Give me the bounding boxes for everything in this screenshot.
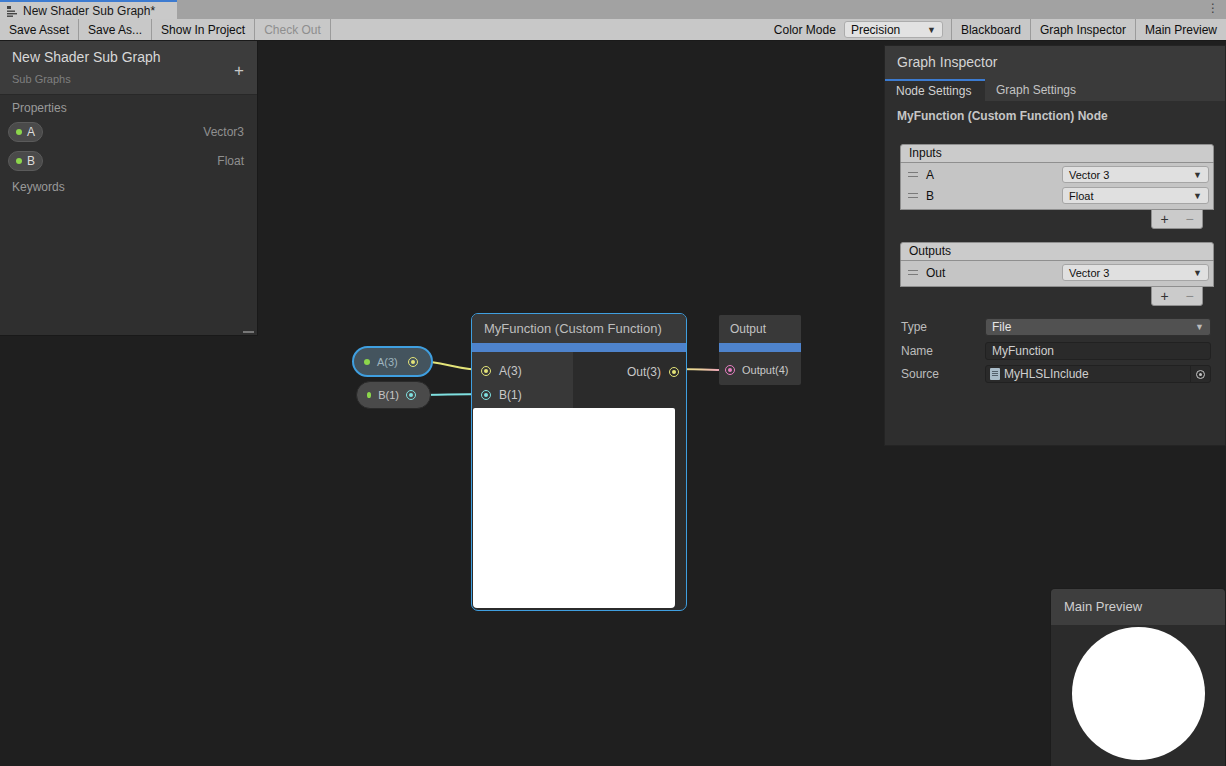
- output-node-title: Output: [719, 315, 801, 343]
- port-icon-a[interactable]: [481, 366, 491, 376]
- property-b-type: Float: [217, 154, 244, 168]
- exposed-dot-icon: [16, 129, 22, 135]
- properties-section-label: Properties: [12, 101, 67, 115]
- window-tab-bar: New Shader Sub Graph* ⋮: [0, 0, 1226, 19]
- inputs-list-buttons: + −: [1151, 209, 1203, 229]
- source-object-field[interactable]: MyHLSLInclude: [985, 365, 1211, 383]
- port-icon-out[interactable]: [669, 367, 679, 377]
- add-input-button[interactable]: +: [1160, 212, 1168, 226]
- exposed-dot-icon: [367, 392, 371, 398]
- blackboard-subtitle: Sub Graphs: [12, 73, 71, 85]
- myfunction-node[interactable]: MyFunction (Custom Function) A(3) B(1) O…: [471, 313, 687, 611]
- node-accent-bar: [719, 343, 801, 352]
- window-menu-icon[interactable]: ⋮: [1207, 1, 1219, 15]
- output-out-type-dropdown[interactable]: Vector 3 ▼: [1062, 264, 1209, 281]
- inputs-reorderable-list: Inputs A Vector 3 ▼ B Float ▼ +: [900, 144, 1214, 230]
- blackboard-header[interactable]: New Shader Sub Graph Sub Graphs +: [0, 41, 257, 95]
- hlsl-file-icon: [990, 368, 1000, 380]
- main-preview-title: Main Preview: [1051, 589, 1225, 625]
- color-mode-dropdown[interactable]: Precision ▼: [844, 21, 943, 38]
- check-out-button: Check Out: [255, 19, 330, 40]
- property-a-type: Vector3: [203, 125, 244, 139]
- inputs-list-header: Inputs: [900, 144, 1214, 163]
- port-out-a[interactable]: [408, 357, 418, 367]
- main-preview-panel: Main Preview: [1050, 588, 1226, 766]
- property-node-a[interactable]: A(3): [352, 346, 433, 377]
- port-icon-b[interactable]: [481, 390, 491, 400]
- remove-output-button[interactable]: −: [1185, 289, 1193, 303]
- drag-handle-icon[interactable]: [908, 193, 918, 198]
- output-node[interactable]: Output Output(4): [719, 315, 801, 385]
- object-picker-icon: [1196, 370, 1205, 379]
- input-port-a[interactable]: A(3): [481, 364, 522, 378]
- tab-title: New Shader Sub Graph*: [23, 4, 155, 18]
- port-out-b[interactable]: [406, 390, 416, 400]
- inputs-row-b[interactable]: B Float ▼: [901, 185, 1213, 206]
- property-b-pill[interactable]: B: [8, 151, 43, 171]
- graph-inspector-panel: Graph Inspector Node Settings Graph Sett…: [884, 45, 1226, 446]
- tab-node-settings[interactable]: Node Settings: [885, 79, 985, 101]
- save-as-button[interactable]: Save As...: [79, 19, 151, 40]
- preview-sphere[interactable]: [1072, 627, 1205, 760]
- tab-new-shader-sub-graph[interactable]: New Shader Sub Graph*: [0, 0, 177, 19]
- show-in-project-button[interactable]: Show In Project: [152, 19, 254, 40]
- inspector-tabs: Node Settings Graph Settings: [885, 79, 1225, 101]
- chevron-down-icon: ▼: [1193, 170, 1202, 180]
- chevron-down-icon: ▼: [927, 25, 936, 35]
- keywords-section-label: Keywords: [12, 180, 65, 194]
- add-property-button[interactable]: +: [234, 61, 244, 81]
- add-output-button[interactable]: +: [1160, 289, 1168, 303]
- main-preview-toggle-button[interactable]: Main Preview: [1136, 19, 1226, 40]
- exposed-dot-icon: [364, 359, 370, 365]
- name-input[interactable]: MyFunction: [985, 342, 1211, 360]
- node-accent-bar: [472, 343, 686, 352]
- object-picker-button[interactable]: [1190, 366, 1210, 382]
- node-preview-image: [473, 408, 675, 608]
- drag-handle-icon[interactable]: [908, 270, 918, 275]
- chevron-down-icon: ▼: [1193, 268, 1202, 278]
- port-icon-output[interactable]: [725, 365, 735, 375]
- remove-input-button[interactable]: −: [1185, 212, 1193, 226]
- input-port-output[interactable]: Output(4): [719, 352, 801, 376]
- graph-inspector-toggle-button[interactable]: Graph Inspector: [1031, 19, 1135, 40]
- chevron-down-icon: ▼: [1195, 322, 1204, 332]
- property-a-pill[interactable]: A: [8, 122, 43, 142]
- tab-graph-settings[interactable]: Graph Settings: [985, 79, 1087, 101]
- shader-graph-toolbar: Save Asset Save As... Show In Project Ch…: [0, 19, 1226, 41]
- inspected-node-heading: MyFunction (Custom Function) Node: [897, 109, 1108, 123]
- outputs-row-out[interactable]: Out Vector 3 ▼: [901, 262, 1213, 283]
- chevron-down-icon: ▼: [1193, 191, 1202, 201]
- blackboard-title: New Shader Sub Graph: [12, 49, 161, 65]
- myfunction-node-title: MyFunction (Custom Function): [472, 314, 686, 343]
- blackboard-panel: New Shader Sub Graph Sub Graphs + Proper…: [0, 41, 258, 336]
- input-b-type-dropdown[interactable]: Float ▼: [1062, 187, 1209, 204]
- drag-handle-icon[interactable]: [908, 172, 918, 177]
- exposed-dot-icon: [16, 158, 22, 164]
- input-port-b[interactable]: B(1): [481, 388, 522, 402]
- property-node-b[interactable]: B(1): [356, 381, 431, 409]
- save-asset-button[interactable]: Save Asset: [0, 19, 78, 40]
- name-field-label: Name: [901, 344, 933, 358]
- graph-inspector-title: Graph Inspector: [885, 46, 1225, 79]
- toolbar-separator: [330, 19, 331, 40]
- source-field-label: Source: [901, 367, 939, 381]
- blackboard-resize-handle[interactable]: [243, 331, 254, 333]
- type-field-label: Type: [901, 320, 927, 334]
- outputs-list-header: Outputs: [900, 242, 1214, 261]
- inputs-row-a[interactable]: A Vector 3 ▼: [901, 164, 1213, 185]
- output-port-out[interactable]: Out(3): [627, 365, 679, 379]
- sub-graph-asset-icon: [6, 5, 18, 17]
- blackboard-toggle-button[interactable]: Blackboard: [952, 19, 1030, 40]
- type-dropdown[interactable]: File ▼: [985, 318, 1211, 336]
- outputs-list-buttons: + −: [1151, 286, 1203, 306]
- color-mode-label: Color Mode: [766, 19, 844, 40]
- input-a-type-dropdown[interactable]: Vector 3 ▼: [1062, 166, 1209, 183]
- outputs-reorderable-list: Outputs Out Vector 3 ▼ + −: [900, 242, 1214, 307]
